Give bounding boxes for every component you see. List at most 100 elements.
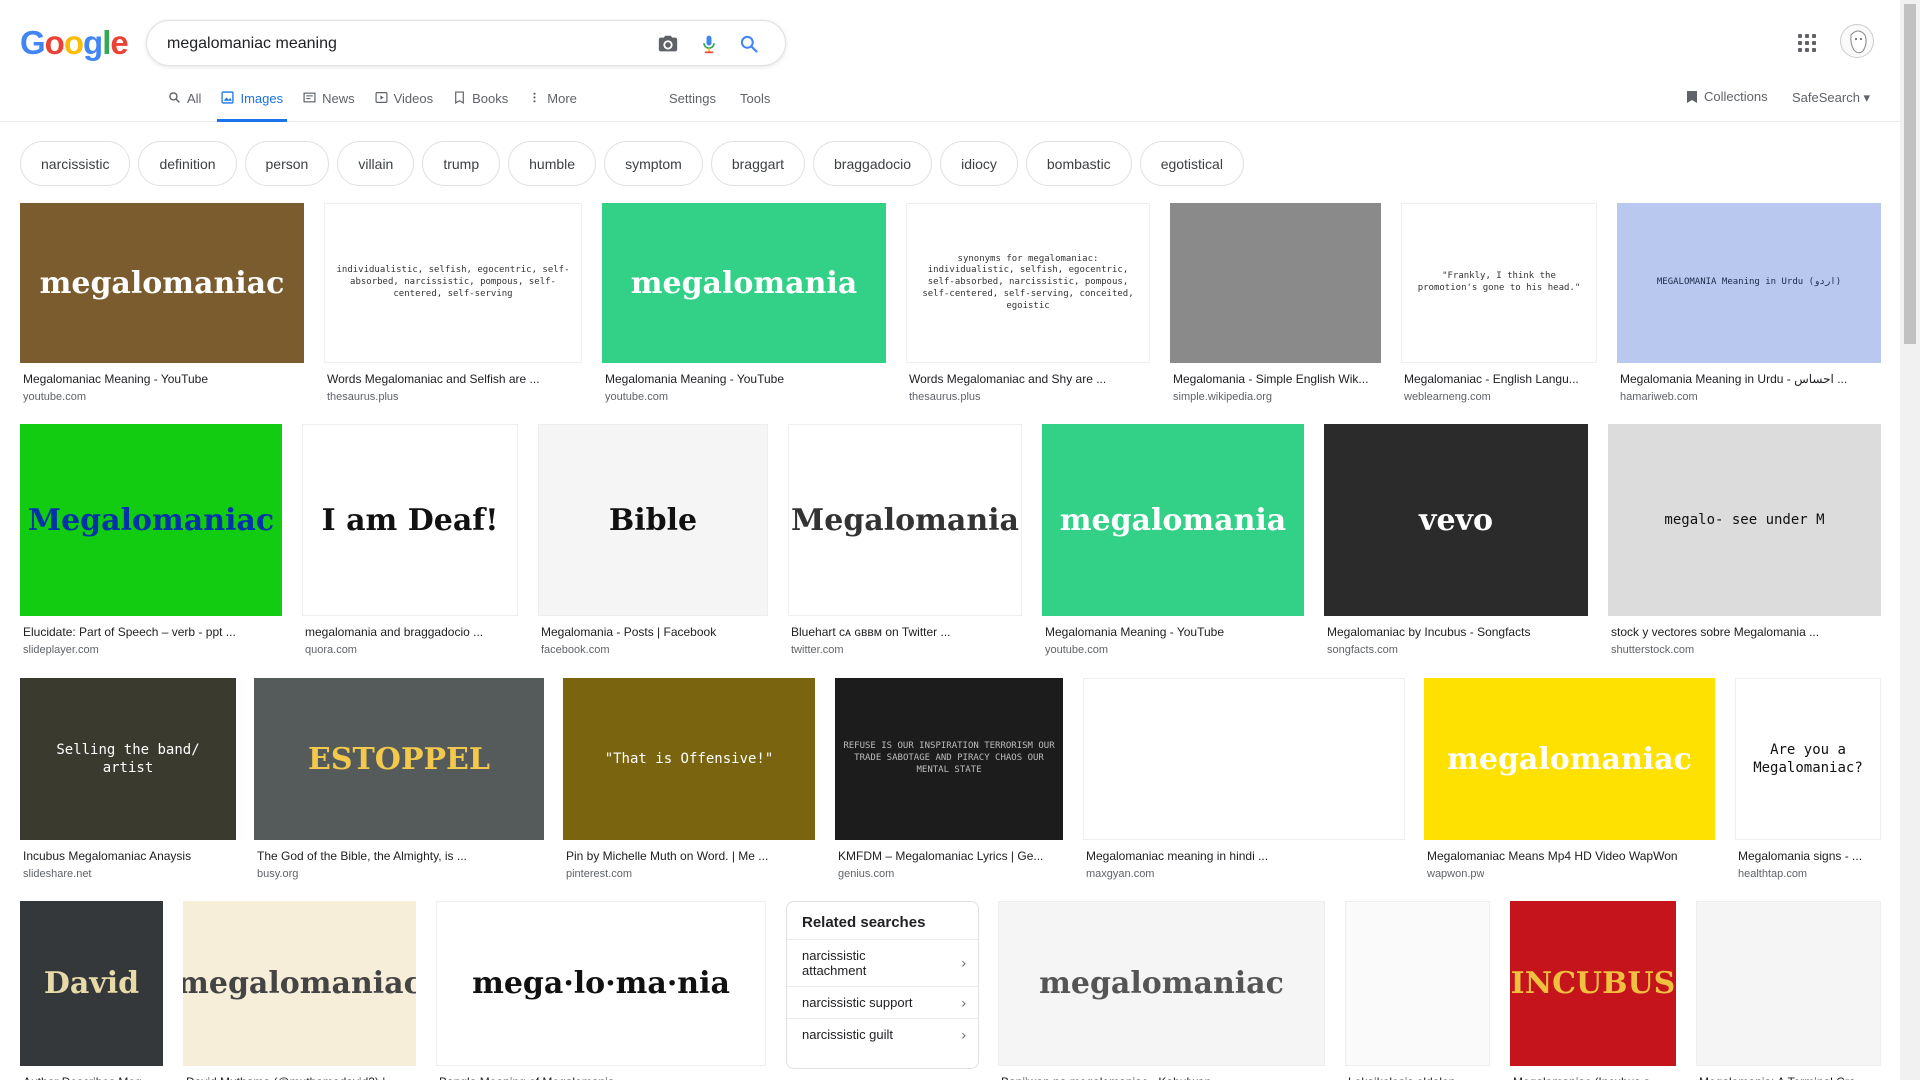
result-thumbnail[interactable]: Megalomania — [788, 424, 1022, 616]
result-thumbnail[interactable]: INCUBUS — [1510, 901, 1676, 1066]
image-result[interactable]: Selling the band/ artist Incubus Megaloma… — [20, 678, 236, 882]
result-thumbnail[interactable]: megalomaniac — [1424, 678, 1715, 840]
result-thumbnail[interactable] — [1170, 203, 1381, 363]
related-search-item[interactable]: narcissistic support › — [787, 986, 978, 1018]
image-result[interactable]: INCUBUS Megalomaniac (Incubus s... — [1510, 901, 1676, 1080]
result-thumbnail[interactable]: megalomaniac — [998, 901, 1325, 1066]
image-result[interactable]: REFUSE IS OUR INSPIRATION TERRORISM OUR … — [835, 678, 1063, 882]
image-result[interactable]: megalomania Megalomania Meaning - YouTube… — [1042, 424, 1304, 658]
microphone-icon[interactable] — [697, 32, 721, 56]
result-title[interactable]: Pin by Michelle Muth on Word. | Me ... — [566, 849, 812, 863]
result-title[interactable]: Megalomania Meaning - YouTube — [1045, 625, 1301, 639]
image-result[interactable]: Lokaikolosis oldalon — [1345, 901, 1490, 1080]
result-thumbnail[interactable]: Bible — [538, 424, 768, 616]
scrollbar-thumb[interactable] — [1904, 4, 1916, 344]
result-title[interactable]: Banjiwan na megalomaniac - Kabulwan — [1001, 1075, 1322, 1080]
tab-more[interactable]: More — [524, 88, 581, 122]
result-title[interactable]: Megalomania Meaning in Urdu - احساس ... — [1620, 372, 1878, 386]
image-result[interactable]: synonyms for megalomaniac: individualist… — [906, 203, 1150, 405]
result-title[interactable]: Megalomaniac (Incubus s... — [1513, 1075, 1673, 1080]
result-title[interactable]: Megalomaniac - English Langu... — [1404, 372, 1594, 386]
chip-egotistical[interactable]: egotistical — [1139, 141, 1244, 186]
result-thumbnail[interactable]: REFUSE IS OUR INSPIRATION TERRORISM OUR … — [835, 678, 1063, 840]
image-result[interactable]: individualistic, selfish, egocentric, se… — [324, 203, 582, 405]
image-result[interactable]: "That is Offensive!" Pin by Michelle Muth… — [563, 678, 815, 882]
image-result[interactable]: ESTOPPEL The God of the Bible, the Almigh… — [254, 678, 544, 882]
image-result[interactable]: mega·lo·ma·nia Bangla Meaning of Megaloma… — [436, 901, 766, 1080]
search-input[interactable] — [167, 33, 607, 55]
chip-trump[interactable]: trump — [422, 141, 501, 186]
tab-images[interactable]: Images — [217, 88, 288, 122]
result-thumbnail[interactable]: megalomania — [1042, 424, 1304, 616]
result-thumbnail[interactable]: Are you a Megalomaniac? — [1735, 678, 1881, 840]
chip-idiocy[interactable]: idiocy — [940, 141, 1018, 186]
collections-link[interactable]: Collections — [1686, 89, 1768, 104]
image-result[interactable]: vevo Megalomaniac by Incubus - Songfacts s… — [1324, 424, 1588, 658]
chip-symptom[interactable]: symptom — [604, 141, 703, 186]
result-title[interactable]: Megalomania - Posts | Facebook — [541, 625, 765, 639]
result-title[interactable]: Megalomaniac Means Mp4 HD Video WapWon — [1427, 849, 1712, 863]
image-result[interactable]: Bible Megalomania - Posts | Facebook faceb… — [538, 424, 768, 658]
chip-villain[interactable]: villain — [337, 141, 415, 186]
image-result[interactable]: "Frankly, I think the promotion's gone t… — [1401, 203, 1597, 405]
tab-all[interactable]: All — [164, 88, 205, 122]
result-title[interactable]: Lokaikolosis oldalon — [1348, 1075, 1487, 1080]
image-result[interactable]: Megalomania Bluehart ᴄᴀ ɢʙʙᴍ on Twitter .… — [788, 424, 1022, 658]
result-title[interactable]: megalomania and braggadocio ... — [305, 625, 515, 639]
result-thumbnail[interactable] — [1696, 901, 1881, 1066]
chip-braggadocio[interactable]: braggadocio — [813, 141, 933, 186]
result-title[interactable]: Elucidate: Part of Speech – verb - ppt .… — [23, 625, 279, 639]
result-thumbnail[interactable]: Selling the band/ artist — [20, 678, 236, 840]
chip-narcissistic[interactable]: narcissistic — [20, 141, 131, 186]
chip-definition[interactable]: definition — [138, 141, 237, 186]
result-title[interactable]: Megalomania: A Terminal Cra... — [1699, 1075, 1878, 1080]
result-thumbnail[interactable]: ESTOPPEL — [254, 678, 544, 840]
result-title[interactable]: Megalomania signs - ... — [1738, 849, 1878, 863]
chip-person[interactable]: person — [244, 141, 330, 186]
result-title[interactable]: Megalomania Meaning - YouTube — [605, 372, 883, 386]
result-thumbnail[interactable]: megalomaniac — [20, 203, 304, 363]
apps-grid-icon[interactable] — [1796, 32, 1818, 54]
avatar[interactable] — [1840, 24, 1874, 58]
image-result[interactable]: Megalomania - Simple English Wik... simpl… — [1170, 203, 1381, 405]
related-search-item[interactable]: narcissistic attachment › — [787, 939, 978, 986]
image-result[interactable]: Are you a Megalomaniac? Megalomania signs… — [1735, 678, 1881, 882]
result-title[interactable]: Bangla Meaning of Megalomania — [439, 1075, 763, 1080]
result-thumbnail[interactable]: megalomaniac — [183, 901, 416, 1066]
result-thumbnail[interactable]: megalo- see under M — [1608, 424, 1881, 616]
chip-braggart[interactable]: braggart — [710, 141, 806, 186]
result-title[interactable]: David Muthama (@muthamadavid2) | — [186, 1075, 413, 1080]
related-search-item[interactable]: narcissistic guilt › — [787, 1018, 978, 1050]
tools-tab[interactable]: Tools — [740, 91, 770, 106]
result-title[interactable]: Author Describes Meg... — [23, 1075, 160, 1080]
image-result[interactable]: megalomaniac David Muthama (@muthamadavid… — [183, 901, 416, 1080]
result-thumbnail[interactable]: David — [20, 901, 163, 1066]
result-thumbnail[interactable]: "That is Offensive!" — [563, 678, 815, 840]
result-thumbnail[interactable]: mega·lo·ma·nia — [436, 901, 766, 1066]
image-result[interactable]: megalomaniac Megalomaniac Means Mp4 HD Vi… — [1424, 678, 1715, 882]
result-title[interactable]: Megalomaniac by Incubus - Songfacts — [1327, 625, 1585, 639]
result-thumbnail[interactable]: Megalomaniac — [20, 424, 282, 616]
search-icon[interactable] — [737, 32, 761, 56]
tab-news[interactable]: News — [299, 88, 359, 122]
result-title[interactable]: Incubus Megalomaniac Anaysis — [23, 849, 233, 863]
result-thumbnail[interactable]: "Frankly, I think the promotion's gone t… — [1401, 203, 1597, 363]
result-title[interactable]: KMFDM – Megalomaniac Lyrics | Ge... — [838, 849, 1060, 863]
tab-videos[interactable]: Videos — [371, 88, 438, 122]
result-thumbnail[interactable]: vevo — [1324, 424, 1588, 616]
result-title[interactable]: Megalomania - Simple English Wik... — [1173, 372, 1378, 386]
result-thumbnail[interactable]: megalomania — [602, 203, 886, 363]
scrollbar[interactable] — [1900, 0, 1920, 1080]
google-logo[interactable]: Google — [20, 24, 129, 62]
tab-books[interactable]: Books — [449, 88, 512, 122]
result-title[interactable]: Words Megalomaniac and Shy are ... — [909, 372, 1147, 386]
image-result[interactable]: Megalomaniac meaning in hindi ... maxgyan… — [1083, 678, 1405, 882]
result-thumbnail[interactable]: MEGALOMANIA Meaning in Urdu (اردو) — [1617, 203, 1881, 363]
camera-icon[interactable] — [656, 32, 680, 56]
image-result[interactable]: Megalomania: A Terminal Cra... — [1696, 901, 1881, 1080]
result-thumbnail[interactable]: synonyms for megalomaniac: individualist… — [906, 203, 1150, 363]
settings-tab[interactable]: Settings — [669, 91, 716, 106]
result-thumbnail[interactable] — [1083, 678, 1405, 840]
result-title[interactable]: The God of the Bible, the Almighty, is .… — [257, 849, 541, 863]
image-result[interactable]: megalomania Megalomania Meaning - YouTube… — [602, 203, 886, 405]
